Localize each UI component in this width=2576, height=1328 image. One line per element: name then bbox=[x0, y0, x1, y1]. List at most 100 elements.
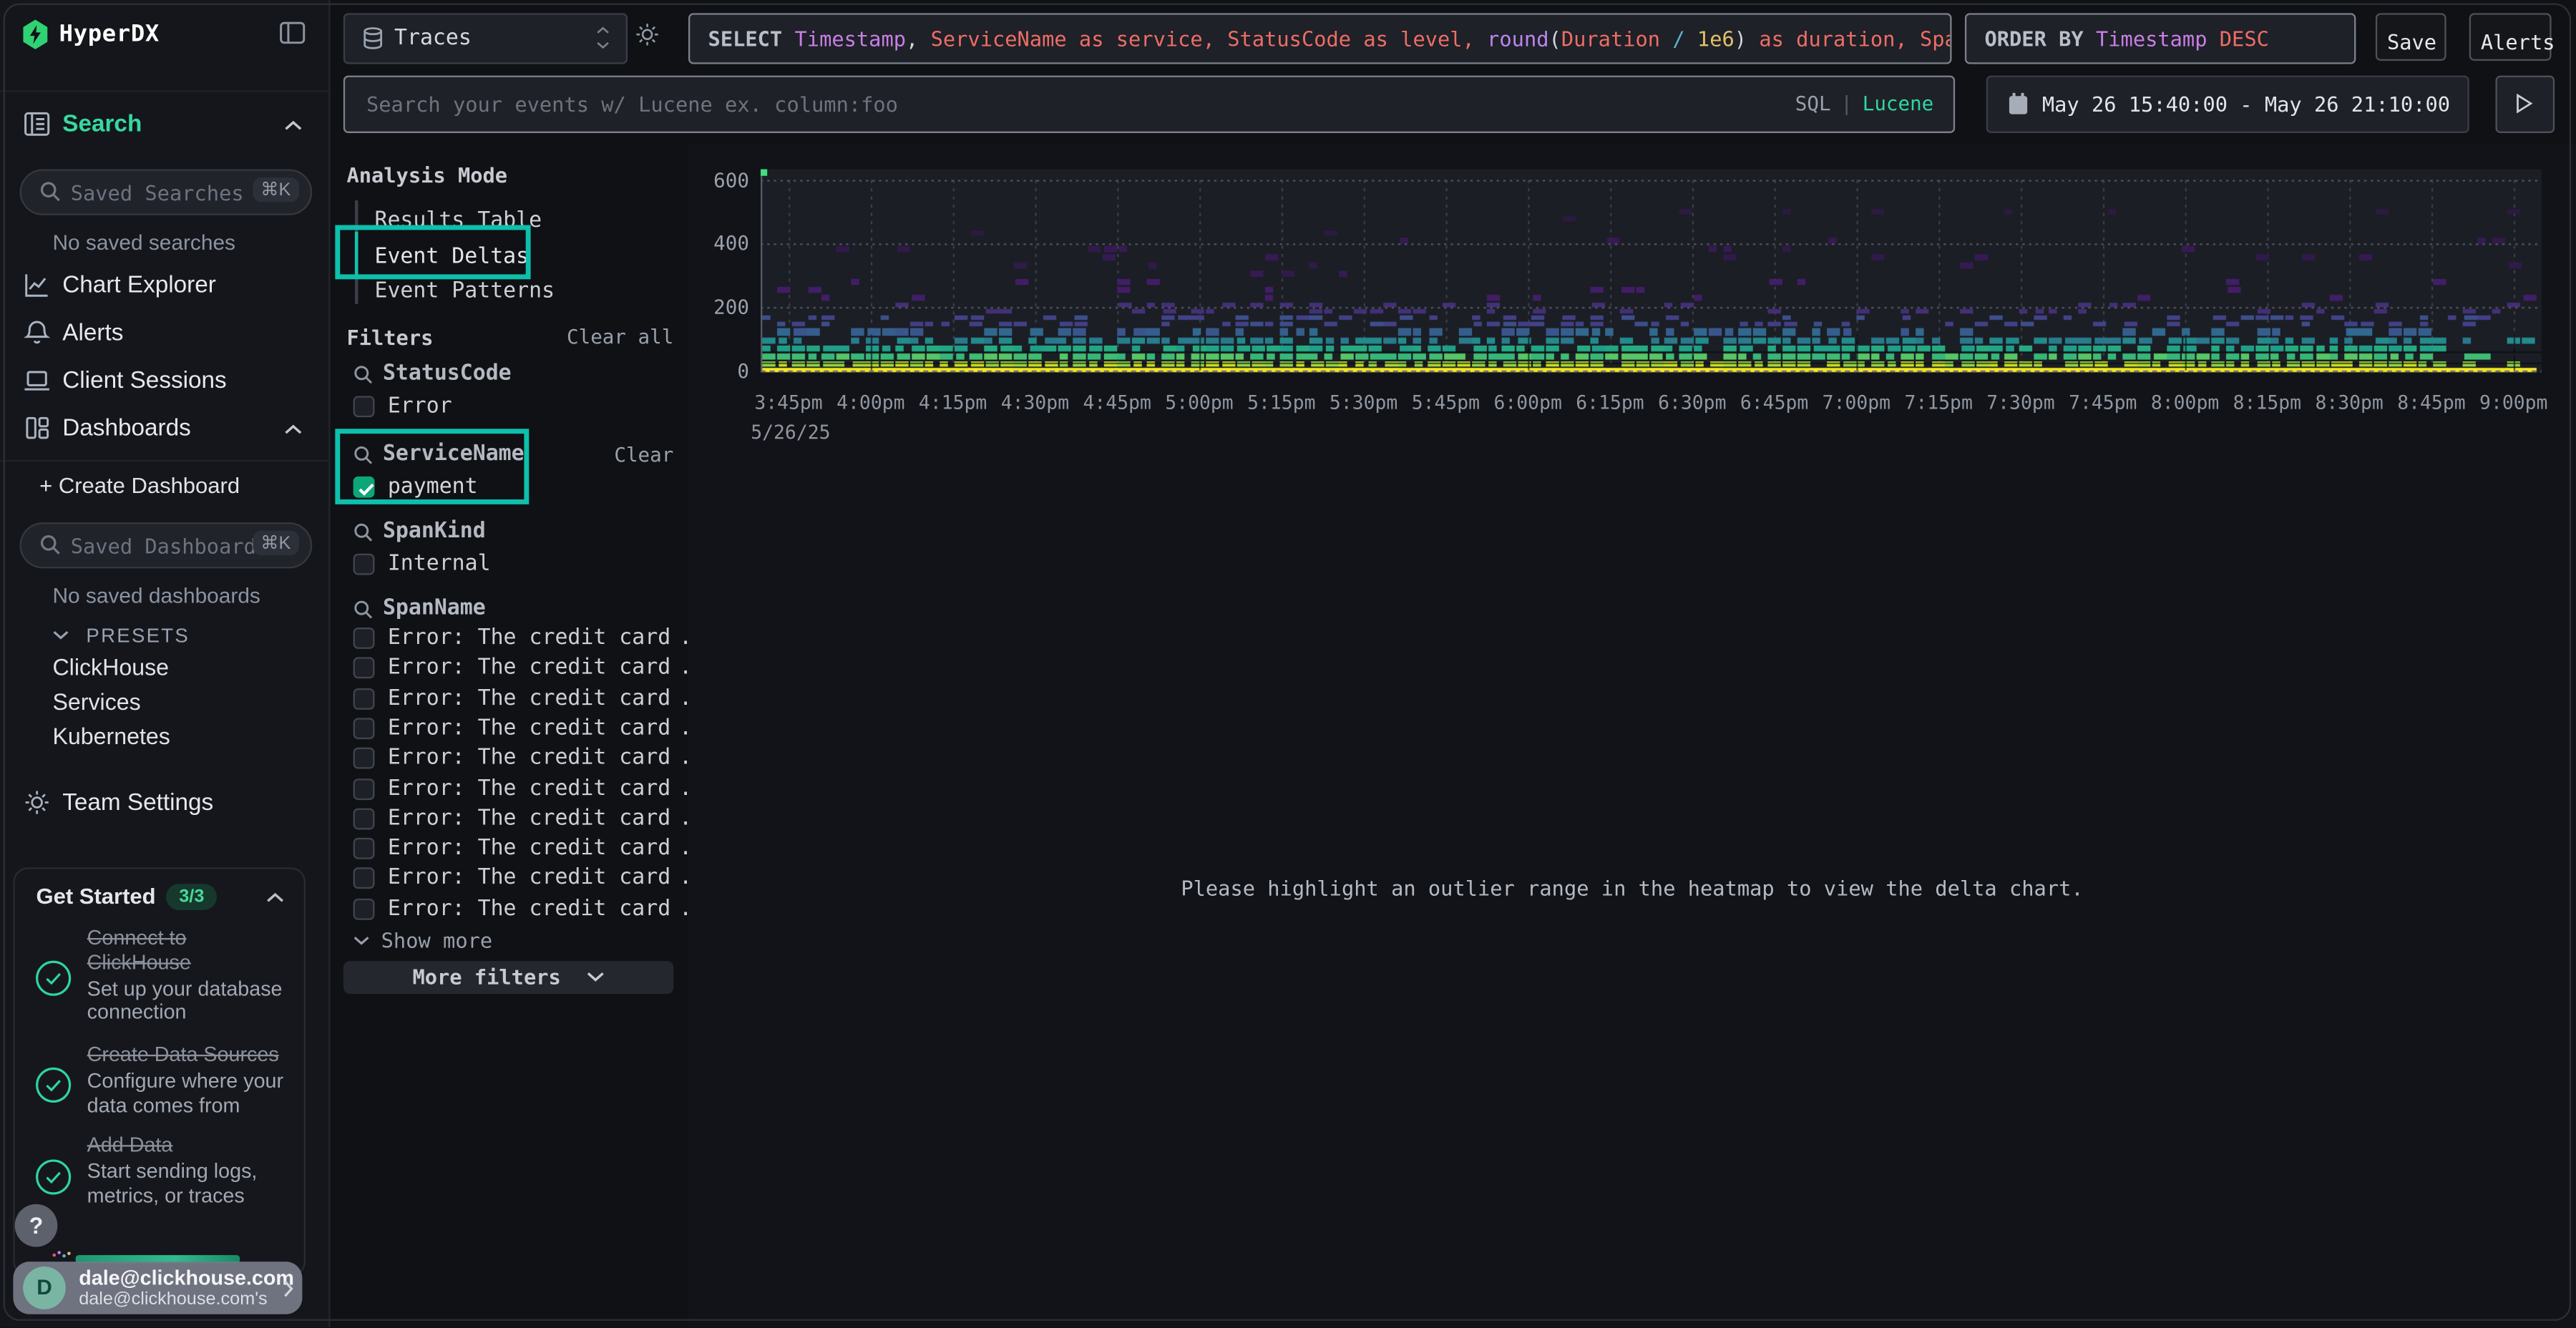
filter-option-error[interactable]: Error bbox=[353, 394, 452, 419]
filter-option-spanname[interactable]: Error: The credit card … bbox=[353, 836, 696, 861]
sidebar-item-label: Search bbox=[62, 112, 142, 138]
filter-option-spanname[interactable]: Error: The credit card … bbox=[353, 806, 696, 831]
filter-group-spanname[interactable]: SpanName bbox=[353, 596, 486, 620]
checkbox-unchecked[interactable] bbox=[353, 868, 375, 889]
source-select[interactable]: Traces bbox=[343, 13, 628, 64]
x-tick-label: 5:15pm bbox=[1236, 391, 1328, 414]
mode-rail-active-indicator bbox=[355, 232, 358, 276]
duration-heatmap[interactable] bbox=[761, 169, 2542, 373]
checkbox-unchecked[interactable] bbox=[353, 396, 375, 417]
filter-option-spanname[interactable]: Error: The credit card … bbox=[353, 716, 696, 741]
saved-dashboards-input[interactable]: Saved Dashboards ⌘K bbox=[20, 522, 313, 568]
filter-option-spanname[interactable]: Error: The credit card … bbox=[353, 866, 696, 891]
collapse-sidebar-icon[interactable] bbox=[279, 21, 306, 44]
brand-title: HyperDX bbox=[59, 21, 160, 48]
filter-group-statuscode[interactable]: StatusCode bbox=[353, 361, 512, 386]
save-button[interactable]: Save bbox=[2376, 13, 2446, 61]
get-started-step[interactable]: Connect to ClickHouse Set up your databa… bbox=[87, 927, 288, 1025]
mode-event-deltas[interactable]: Event Deltas bbox=[374, 245, 529, 269]
time-range-picker[interactable]: May 26 15:40:00 - May 26 21:10:00 bbox=[1986, 76, 2469, 133]
filter-option-spanname[interactable]: Error: The credit card … bbox=[353, 776, 696, 801]
chevron-up-icon[interactable] bbox=[284, 120, 302, 132]
filter-option-spanname[interactable]: Error: The credit card … bbox=[353, 656, 696, 680]
checkbox-label: Error: The credit card … bbox=[388, 836, 696, 861]
mode-results-table[interactable]: Results Table bbox=[374, 209, 542, 233]
no-saved-searches-text: No saved searches bbox=[52, 230, 235, 254]
preset-item-kubernetes[interactable]: Kubernetes bbox=[52, 723, 170, 749]
checkbox-label: Error: The credit card … bbox=[388, 866, 696, 891]
clear-all-link[interactable]: Clear all bbox=[567, 326, 673, 348]
sidebar-item-client-sessions[interactable]: Client Sessions bbox=[0, 363, 328, 406]
sidebar-item-team-settings[interactable]: Team Settings bbox=[0, 785, 328, 828]
language-toggle[interactable]: SQL|Lucene bbox=[1795, 92, 1934, 115]
x-tick-label: 8:00pm bbox=[2139, 391, 2231, 414]
presets-label: PRESETS bbox=[86, 624, 190, 647]
step-title: Add Data bbox=[87, 1133, 288, 1158]
sidebar-item-search[interactable]: Search bbox=[0, 107, 328, 150]
calendar-icon bbox=[2008, 92, 2029, 115]
sidebar-item-alerts[interactable]: Alerts bbox=[0, 316, 328, 358]
checkbox-unchecked[interactable] bbox=[353, 658, 375, 679]
sidebar-item-dashboards[interactable]: Dashboards bbox=[0, 411, 328, 454]
checkbox-unchecked[interactable] bbox=[353, 554, 375, 575]
filter-option-spanname[interactable]: Error: The credit card … bbox=[353, 746, 696, 771]
get-started-step[interactable]: Create Data Sources Configure where your… bbox=[87, 1043, 288, 1118]
filter-option-spanname[interactable]: Error: The credit card … bbox=[353, 897, 696, 921]
run-query-button[interactable] bbox=[2496, 76, 2555, 133]
user-menu[interactable]: D dale@clickhouse.com dale@clickhouse.co… bbox=[13, 1261, 302, 1314]
preset-item-clickhouse[interactable]: ClickHouse bbox=[52, 654, 169, 680]
saved-searches-placeholder: Saved Searches bbox=[71, 181, 244, 205]
lucene-mode-option[interactable]: Lucene bbox=[1863, 92, 1934, 115]
avatar: D bbox=[23, 1266, 66, 1309]
checkbox-unchecked[interactable] bbox=[353, 808, 375, 829]
help-button[interactable]: ? bbox=[15, 1204, 58, 1247]
sql-mode-option[interactable]: SQL bbox=[1795, 92, 1831, 115]
more-filters-button[interactable]: More filters bbox=[343, 961, 673, 994]
filter-option-spanname[interactable]: Error: The credit card … bbox=[353, 626, 696, 650]
filter-option-spanname[interactable]: Error: The credit card … bbox=[353, 686, 696, 711]
show-more-link[interactable]: Show more bbox=[353, 928, 493, 952]
checkbox-unchecked[interactable] bbox=[353, 718, 375, 739]
chevron-up-icon[interactable] bbox=[284, 424, 302, 435]
presets-toggle[interactable]: PRESETS bbox=[52, 621, 190, 650]
chevron-up-icon[interactable] bbox=[266, 892, 284, 904]
alerts-button[interactable]: Alerts bbox=[2469, 13, 2552, 61]
source-settings-gear-icon[interactable] bbox=[634, 21, 660, 48]
checkbox-unchecked[interactable] bbox=[353, 688, 375, 709]
mode-event-patterns[interactable]: Event Patterns bbox=[374, 279, 555, 303]
sidebar-item-chart-explorer[interactable]: Chart Explorer bbox=[0, 268, 328, 311]
search-icon bbox=[39, 534, 61, 555]
checkbox-unchecked[interactable] bbox=[353, 838, 375, 859]
get-started-step[interactable]: Add Data Start sending logs, metrics, or… bbox=[87, 1133, 288, 1208]
filter-option-payment[interactable]: payment bbox=[353, 475, 478, 499]
create-dashboard-button[interactable]: + Create Dashboard bbox=[39, 473, 240, 497]
checkbox-label: Error: The credit card … bbox=[388, 806, 696, 831]
preset-item-services[interactable]: Services bbox=[52, 688, 140, 715]
filter-group-spankind[interactable]: SpanKind bbox=[353, 519, 486, 544]
get-started-card: Get Started 3/3 Connect to ClickHouse Se… bbox=[13, 867, 306, 1276]
order-by-editor[interactable]: ORDER BY Timestamp DESC bbox=[1965, 13, 2356, 64]
sidebar-item-label: Chart Explorer bbox=[62, 273, 216, 299]
x-tick-label: 7:00pm bbox=[1810, 391, 1903, 414]
checkbox-unchecked[interactable] bbox=[353, 628, 375, 649]
x-tick-label: 4:00pm bbox=[825, 391, 917, 414]
check-circle-icon bbox=[34, 960, 72, 997]
sql-token: as duration, Span bbox=[1747, 26, 1951, 51]
checkbox-unchecked[interactable] bbox=[353, 898, 375, 919]
chart-explorer-icon bbox=[23, 271, 51, 299]
checkbox-unchecked[interactable] bbox=[353, 748, 375, 769]
checkbox-checked[interactable] bbox=[353, 477, 375, 498]
saved-searches-input[interactable]: Saved Searches ⌘K bbox=[20, 169, 313, 215]
sql-token: Timestamp bbox=[795, 26, 907, 51]
x-tick-label: 5:00pm bbox=[1153, 391, 1246, 414]
event-search-input[interactable]: Search your events w/ Lucene ex. column:… bbox=[343, 76, 1955, 133]
clear-servicename-link[interactable]: Clear bbox=[614, 444, 673, 467]
database-icon bbox=[361, 26, 384, 51]
filter-option-internal[interactable]: Internal bbox=[353, 552, 491, 576]
get-started-title: Get Started bbox=[36, 884, 156, 908]
filter-group-servicename[interactable]: ServiceName bbox=[353, 442, 525, 467]
no-saved-dashboards-text: No saved dashboards bbox=[52, 583, 260, 607]
checkbox-label: Error: The credit card … bbox=[388, 656, 696, 680]
sql-select-editor[interactable]: SELECT Timestamp, ServiceName as service… bbox=[688, 13, 1952, 64]
checkbox-unchecked[interactable] bbox=[353, 778, 375, 799]
